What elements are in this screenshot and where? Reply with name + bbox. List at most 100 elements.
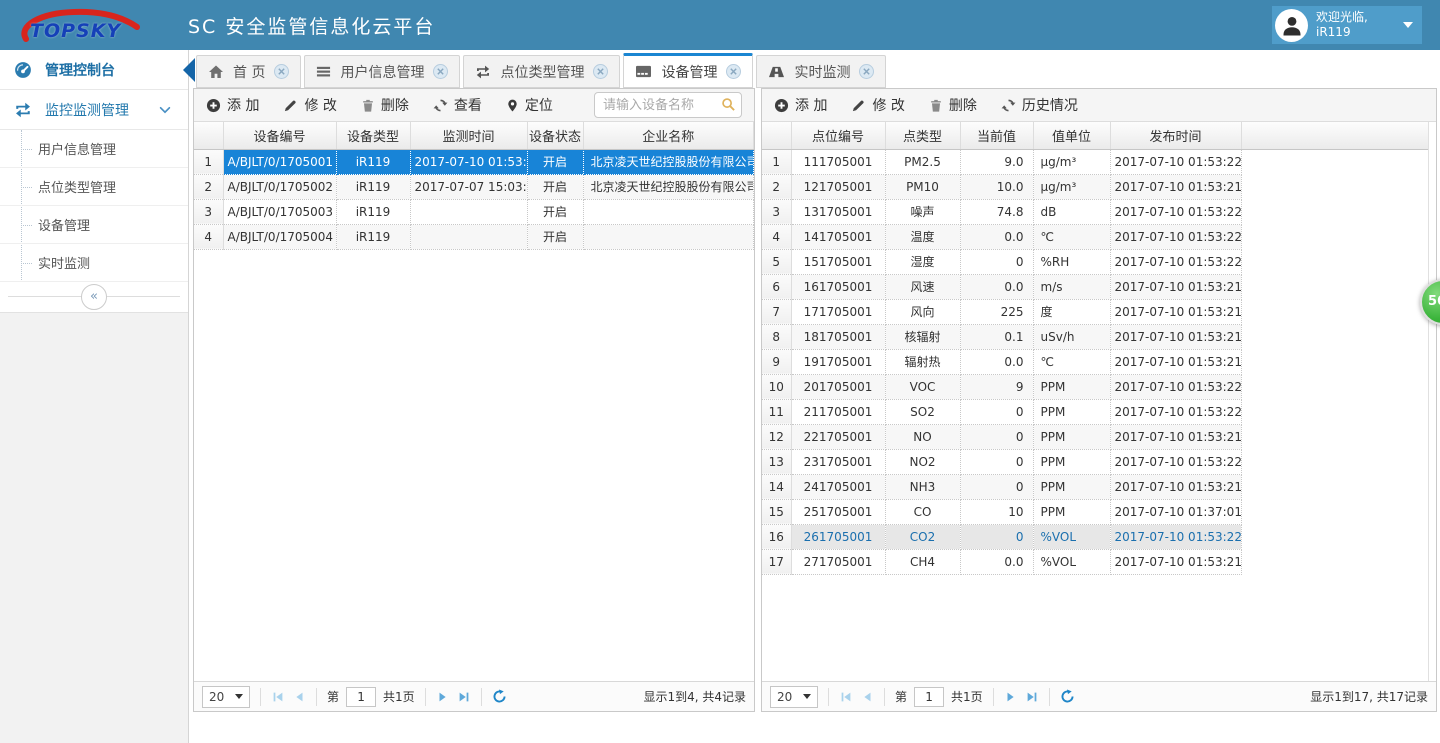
table-row[interactable]: 11211705001SO20PPM2017-07-10 01:53:22	[762, 399, 1436, 424]
sidebar-item-point-type[interactable]: 点位类型管理	[0, 168, 188, 206]
locate-button[interactable]: 定位	[506, 95, 553, 115]
tab-user-info[interactable]: 用户信息管理	[304, 55, 460, 88]
column-header[interactable]: 当前值	[960, 122, 1033, 149]
sidebar-item-console[interactable]: 管理控制台	[0, 50, 188, 90]
table-cell: PPM	[1033, 424, 1110, 449]
last-page-button[interactable]	[457, 690, 471, 704]
sidebar-item-user-info[interactable]: 用户信息管理	[0, 130, 188, 168]
table-row[interactable]: 17271705001CH40.0%VOL2017-07-10 01:53:21	[762, 549, 1436, 574]
close-icon[interactable]	[274, 64, 289, 79]
column-header[interactable]: 设备编号	[223, 122, 336, 149]
column-header[interactable]: 点类型	[885, 122, 960, 149]
tab-device-manage[interactable]: 设备管理	[623, 53, 753, 88]
history-button[interactable]: 历史情况	[1001, 95, 1078, 115]
table-cell: A/BJLT/0/1705004	[223, 224, 336, 249]
sidebar-item-realtime[interactable]: 实时监测	[0, 244, 188, 282]
sidebar-collapse-button[interactable]: «	[81, 284, 107, 310]
table-row[interactable]: 9191705001辐射热0.0℃2017-07-10 01:53:21	[762, 349, 1436, 374]
table-cell: 191705001	[791, 349, 885, 374]
column-header[interactable]: 监测时间	[410, 122, 527, 149]
close-icon[interactable]	[859, 64, 874, 79]
dashboard-icon	[14, 61, 32, 79]
table-row[interactable]: 1111705001PM2.59.0μg/m³2017-07-10 01:53:…	[762, 149, 1436, 174]
user-menu[interactable]: 欢迎光临, iR119	[1272, 6, 1422, 44]
table-cell: VOC	[885, 374, 960, 399]
table-row[interactable]: 2A/BJLT/0/1705002iR1192017-07-07 15:03:0…	[194, 174, 754, 199]
page-size-select[interactable]: 20	[202, 686, 250, 708]
table-row[interactable]: 15251705001CO10PPM2017-07-10 01:37:01	[762, 499, 1436, 524]
column-header[interactable]: 值单位	[1033, 122, 1110, 149]
table-cell: 0.0	[960, 549, 1033, 574]
caret-down-icon	[803, 694, 811, 699]
add-button[interactable]: 添 加	[206, 95, 259, 115]
table-cell: 2017-07-10 01:53:22	[1110, 524, 1241, 549]
realtime-table: 点位编号点类型当前值值单位发布时间1111705001PM2.59.0μg/m³…	[762, 122, 1436, 575]
table-cell: 核辐射	[885, 324, 960, 349]
tab-point-type[interactable]: 点位类型管理	[463, 55, 620, 88]
column-header[interactable]: 点位编号	[791, 122, 885, 149]
view-button[interactable]: 查看	[433, 95, 482, 115]
table-row[interactable]: 7171705001风向225度2017-07-10 01:53:21	[762, 299, 1436, 324]
table-row[interactable]: 10201705001VOC9PPM2017-07-10 01:53:22	[762, 374, 1436, 399]
column-header[interactable]: 发布时间	[1110, 122, 1241, 149]
row-number: 11	[762, 399, 791, 424]
table-cell: 121705001	[791, 174, 885, 199]
table-row[interactable]: 16261705001CO20%VOL2017-07-10 01:53:22	[762, 524, 1436, 549]
table-row[interactable]: 2121705001PM1010.0μg/m³2017-07-10 01:53:…	[762, 174, 1436, 199]
table-row[interactable]: 14241705001NH30PPM2017-07-10 01:53:21	[762, 474, 1436, 499]
page-size-select[interactable]: 20	[770, 686, 818, 708]
column-header[interactable]: 设备类型	[336, 122, 410, 149]
delete-button[interactable]: 删除	[361, 95, 409, 115]
edit-button[interactable]: 修 改	[851, 95, 904, 115]
table-row[interactable]: 1A/BJLT/0/1705001iR1192017-07-10 01:53:2…	[194, 149, 754, 174]
table-cell: PPM	[1033, 474, 1110, 499]
add-button[interactable]: 添 加	[774, 95, 827, 115]
table-row[interactable]: 13231705001NO20PPM2017-07-10 01:53:22	[762, 449, 1436, 474]
row-number: 1	[762, 149, 791, 174]
table-cell: NO	[885, 424, 960, 449]
prev-page-button[interactable]	[292, 690, 306, 704]
first-page-button[interactable]	[839, 690, 853, 704]
page-number-input[interactable]	[346, 687, 376, 707]
edit-button[interactable]: 修 改	[283, 95, 336, 115]
close-icon[interactable]	[593, 64, 608, 79]
table-cell: 2017-07-10 01:53:21	[1110, 349, 1241, 374]
table-row[interactable]: 6161705001风速0.0m/s2017-07-10 01:53:21	[762, 274, 1436, 299]
filler-cell	[1241, 424, 1436, 449]
table-row[interactable]: 4141705001温度0.0℃2017-07-10 01:53:22	[762, 224, 1436, 249]
tab-home[interactable]: 首 页	[196, 55, 301, 88]
welcome-text: 欢迎光临, iR119	[1316, 10, 1368, 40]
last-page-button[interactable]	[1025, 690, 1039, 704]
table-cell: 2017-07-10 01:53:21	[1110, 549, 1241, 574]
column-header[interactable]: 企业名称	[583, 122, 754, 149]
tab-label: 首 页	[233, 62, 265, 82]
first-page-button[interactable]	[271, 690, 285, 704]
prev-page-button[interactable]	[860, 690, 874, 704]
table-row[interactable]: 5151705001湿度0%RH2017-07-10 01:53:22	[762, 249, 1436, 274]
table-row[interactable]: 8181705001核辐射0.1uSv/h2017-07-10 01:53:21	[762, 324, 1436, 349]
table-row[interactable]: 12221705001NO0PPM2017-07-10 01:53:21	[762, 424, 1436, 449]
table-row[interactable]: 3A/BJLT/0/1705003iR119开启	[194, 199, 754, 224]
tab-realtime[interactable]: 实时监测	[756, 55, 886, 88]
reload-icon[interactable]	[1060, 689, 1075, 704]
table-row[interactable]: 4A/BJLT/0/1705004iR119开启	[194, 224, 754, 249]
sub-item-label: 实时监测	[38, 253, 90, 272]
search-input[interactable]	[594, 92, 742, 118]
table-row[interactable]: 3131705001噪声74.8dB2017-07-10 01:53:22	[762, 199, 1436, 224]
search-icon[interactable]	[721, 97, 736, 112]
table-cell: iR119	[336, 199, 410, 224]
close-icon[interactable]	[433, 64, 448, 79]
close-icon[interactable]	[726, 64, 741, 79]
delete-button[interactable]: 删除	[929, 95, 977, 115]
column-header[interactable]: 设备状态	[527, 122, 583, 149]
app-header: TOPSKY SC 安全监管信息化云平台 欢迎光临, iR119	[0, 0, 1440, 50]
scrollbar-track[interactable]	[1428, 122, 1436, 681]
page-number-input[interactable]	[914, 687, 944, 707]
next-page-button[interactable]	[1004, 690, 1018, 704]
avatar	[1275, 9, 1308, 42]
next-page-button[interactable]	[436, 690, 450, 704]
sidebar-item-monitor-manage[interactable]: 监控监测管理	[0, 90, 188, 130]
sidebar-item-device-manage[interactable]: 设备管理	[0, 206, 188, 244]
reload-icon[interactable]	[492, 689, 507, 704]
person-icon	[1280, 13, 1304, 37]
